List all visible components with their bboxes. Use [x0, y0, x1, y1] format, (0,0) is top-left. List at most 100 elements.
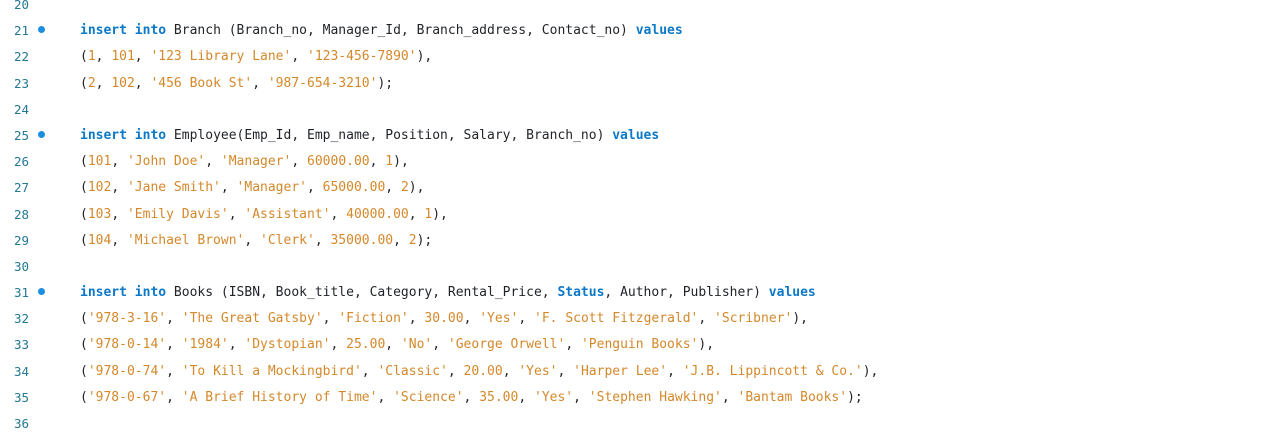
code-content[interactable]: (2, 102, '456 Book St', '987-654-3210');	[80, 71, 393, 97]
number-literal: 102	[87, 180, 112, 196]
line-gutter[interactable]: 24	[0, 97, 74, 123]
number-literal: 101	[111, 49, 135, 65]
sql-keyword: insert	[80, 127, 127, 143]
code-content[interactable]: ('978-3-16', 'The Great Gatsby', 'Fictio…	[80, 306, 808, 332]
line-gutter[interactable]: 35	[0, 385, 74, 411]
line-gutter[interactable]: 34	[0, 359, 74, 385]
string-literal: '978-0-74'	[87, 363, 167, 379]
number-literal: 30.00	[424, 311, 464, 327]
statement-marker-icon[interactable]	[38, 26, 45, 34]
code-line[interactable]: 20	[0, 0, 1261, 18]
code-text: Books (ISBN, Book_title, Category, Renta…	[166, 285, 558, 301]
line-gutter[interactable]: 33	[0, 332, 74, 358]
code-text: ,	[330, 337, 347, 353]
code-line[interactable]: 32 ('978-3-16', 'The Great Gatsby', 'Fict…	[0, 306, 1261, 332]
number-literal: 103	[87, 206, 112, 222]
sql-keyword: values	[612, 127, 660, 143]
number-literal: 102	[111, 75, 135, 91]
code-text: ,	[698, 311, 715, 327]
string-literal: 'Jane Smith'	[126, 180, 221, 196]
code-text: (	[80, 206, 88, 222]
number-literal: 60000.00	[307, 154, 370, 170]
code-content[interactable]: ('978-0-14', '1984', 'Dystopian', 25.00,…	[80, 332, 714, 358]
string-literal: 'To Kill a Mockingbird'	[181, 363, 362, 379]
code-content[interactable]: (1, 101, '123 Library Lane', '123-456-78…	[80, 44, 432, 70]
code-line[interactable]: 36	[0, 411, 1261, 437]
line-gutter[interactable]: 23	[0, 71, 74, 97]
code-line[interactable]: 25 insert into Employee(Emp_Id, Emp_name,…	[0, 123, 1261, 149]
statement-marker-icon[interactable]	[38, 288, 45, 296]
line-number: 27	[14, 180, 30, 196]
code-line[interactable]: 21 insert into Branch (Branch_no, Manager…	[0, 18, 1261, 44]
code-line[interactable]: 29 (104, 'Michael Brown', 'Clerk', 35000.…	[0, 228, 1261, 254]
code-text: ,	[518, 311, 535, 327]
line-gutter[interactable]: 21	[0, 18, 74, 44]
code-line[interactable]: 27 (102, 'Jane Smith', 'Manager', 65000.0…	[0, 175, 1261, 201]
code-content[interactable]: (103, 'Emily Davis', 'Assistant', 40000.…	[80, 202, 448, 228]
string-literal: '978-0-67'	[87, 389, 167, 405]
line-number: 25	[14, 127, 30, 143]
code-line[interactable]: 35 ('978-0-67', 'A Brief History of Time'…	[0, 385, 1261, 411]
line-gutter[interactable]: 36	[0, 411, 74, 437]
code-line[interactable]: 34 ('978-0-74', 'To Kill a Mockingbird', …	[0, 359, 1261, 385]
code-text: ,	[314, 232, 331, 248]
line-gutter[interactable]: 26	[0, 149, 74, 175]
code-text: ,	[322, 311, 339, 327]
string-literal: 'F. Scott Fitzgerald'	[534, 311, 699, 327]
sql-editor[interactable]: 20 21 insert into Branch (Branch_no, Manag…	[0, 0, 1261, 437]
string-literal: 'A Brief History of Time'	[181, 389, 378, 405]
line-gutter[interactable]: 30	[0, 254, 74, 280]
code-line[interactable]: 33 ('978-0-14', '1984', 'Dystopian', 25.0…	[0, 332, 1261, 358]
code-text: ,	[134, 49, 151, 65]
code-text: (	[80, 180, 88, 196]
code-text: (	[80, 49, 88, 65]
line-gutter[interactable]: 29	[0, 228, 74, 254]
sql-keyword: insert	[80, 285, 127, 301]
code-content[interactable]: (102, 'Jane Smith', 'Manager', 65000.00,…	[80, 175, 424, 201]
code-text: ,	[463, 389, 480, 405]
code-text: ,	[667, 363, 683, 379]
code-content[interactable]: ('978-0-67', 'A Brief History of Time', …	[80, 385, 863, 411]
code-line[interactable]: 31 insert into Books (ISBN, Book_title, C…	[0, 280, 1261, 306]
code-text: ,	[166, 337, 182, 353]
code-content[interactable]: (104, 'Michael Brown', 'Clerk', 35000.00…	[80, 228, 432, 254]
string-literal: 'Yes'	[479, 311, 519, 327]
code-text: ,	[111, 206, 127, 222]
code-text: ),	[862, 363, 879, 379]
code-content[interactable]: insert into Employee(Emp_Id, Emp_name, P…	[80, 123, 659, 149]
code-text: ,	[291, 49, 307, 65]
code-text: ,	[307, 180, 323, 196]
code-line[interactable]: 22 (1, 101, '123 Library Lane', '123-456-…	[0, 44, 1261, 70]
string-literal: 'Penguin Books'	[580, 337, 699, 353]
number-literal: 35.00	[479, 389, 519, 405]
line-gutter[interactable]: 28	[0, 202, 74, 228]
line-gutter[interactable]: 22	[0, 44, 74, 70]
code-text: ,	[134, 75, 151, 91]
line-gutter[interactable]: 32	[0, 306, 74, 332]
code-text: ,	[111, 180, 127, 196]
code-content[interactable]: (101, 'John Doe', 'Manager', 60000.00, 1…	[80, 149, 409, 175]
code-line[interactable]: 23 (2, 102, '456 Book St', '987-654-3210'…	[0, 71, 1261, 97]
number-literal: 2	[87, 75, 96, 91]
statement-marker-icon[interactable]	[38, 130, 45, 138]
line-number: 29	[14, 232, 30, 248]
line-number: 22	[14, 49, 30, 65]
code-text: ),	[698, 337, 715, 353]
code-line[interactable]: 24	[0, 97, 1261, 123]
code-text: ,	[369, 154, 386, 170]
string-literal: 'J.B. Lippincott & Co.'	[682, 363, 863, 379]
number-literal: 1	[87, 49, 96, 65]
string-literal: 'Classic'	[377, 363, 448, 379]
code-text: ,	[166, 389, 182, 405]
code-content[interactable]: ('978-0-74', 'To Kill a Mockingbird', 'C…	[80, 359, 878, 385]
line-gutter[interactable]: 20	[0, 0, 74, 18]
code-line[interactable]: 28 (103, 'Emily Davis', 'Assistant', 4000…	[0, 202, 1261, 228]
code-content[interactable]: insert into Books (ISBN, Book_title, Cat…	[80, 280, 816, 306]
line-gutter[interactable]: 27	[0, 175, 74, 201]
code-line[interactable]: 26 (101, 'John Doe', 'Manager', 60000.00,…	[0, 149, 1261, 175]
line-gutter[interactable]: 31	[0, 280, 74, 306]
line-gutter[interactable]: 25	[0, 123, 74, 149]
code-line[interactable]: 30	[0, 254, 1261, 280]
code-content[interactable]: insert into Branch (Branch_no, Manager_I…	[80, 18, 683, 44]
